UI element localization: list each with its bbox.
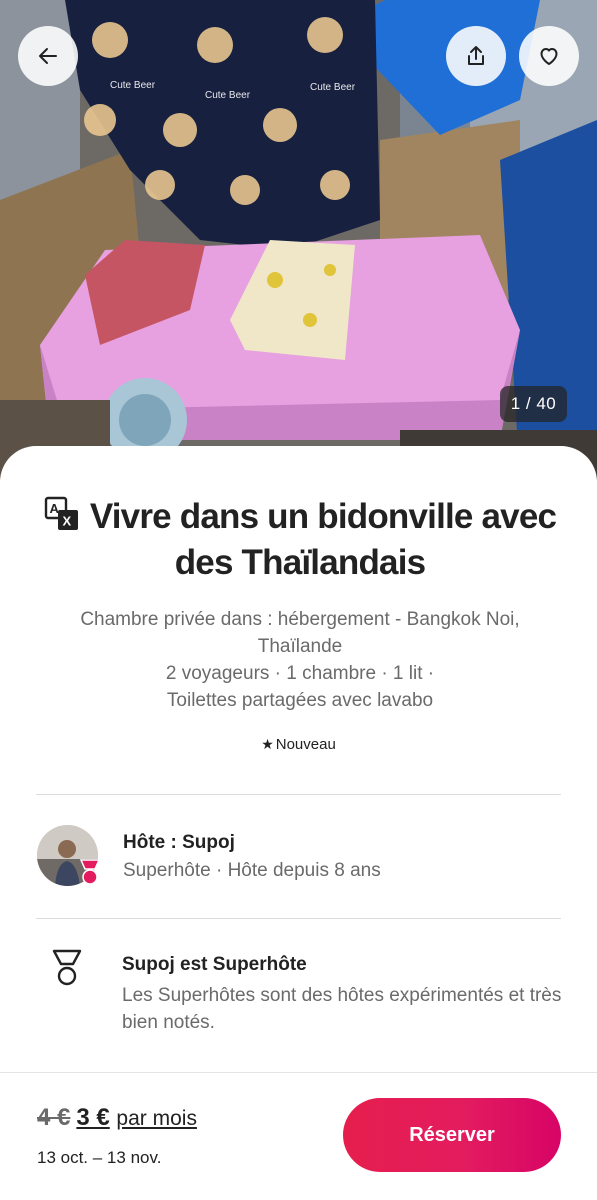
price-period: par mois [116,1107,197,1130]
listing-title-block: A X Vivre dans un bidonville avec des Th… [40,494,560,586]
superhost-description: Les Superhôtes sont des hôtes expériment… [122,985,562,1033]
host-name[interactable]: Hôte : Supoj [123,832,235,854]
superhost-badge-icon [79,859,101,885]
listing-details: 2 voyageurs · 1 chambre · 1 lit · Toilet… [40,660,560,714]
heart-icon [540,48,558,65]
divider [36,918,561,919]
original-price: 4 € [37,1104,71,1131]
back-button[interactable] [18,26,78,86]
translate-icon[interactable]: A X [44,496,80,532]
fabric-print-text: Cute Beer [110,80,156,91]
listing-bathroom: Toilettes partagées avec lavabo [166,690,434,711]
listing-capacity: 2 voyageurs · 1 chambre · 1 lit · [165,663,435,684]
reserve-button[interactable]: Réserver [343,1098,561,1172]
divider [36,794,561,795]
listing-title: Vivre dans un bidonville avec des Thaïla… [89,497,557,582]
favorite-button[interactable] [519,26,579,86]
svg-text:X: X [62,514,71,529]
fabric-print-text: Cute Beer [205,90,251,101]
share-button[interactable] [446,26,506,86]
listing-photo[interactable]: Cute Beer Cute Beer Cute Beer 1 / 40 [0,0,597,480]
discounted-price: 3 € [76,1104,110,1131]
star-icon: ★ [261,736,274,752]
new-listing-badge: ★ Nouveau [0,736,597,753]
share-icon [468,46,484,65]
host-subtitle: Superhôte · Hôte depuis 8 ans [123,860,381,881]
new-badge-label: Nouveau [275,736,336,753]
arrow-left-icon [39,48,57,64]
photo-counter: 1 / 40 [500,386,567,422]
superhost-title: Supoj est Superhôte [122,954,307,975]
fabric-print-text: Cute Beer [310,82,356,93]
listing-location: Chambre privée dans : hébergement - Bang… [80,609,520,657]
price-summary[interactable]: 4 €3 € par mois [37,1104,197,1132]
superhost-medal-icon [52,949,82,986]
stay-dates: 13 oct. – 13 nov. [37,1148,162,1167]
